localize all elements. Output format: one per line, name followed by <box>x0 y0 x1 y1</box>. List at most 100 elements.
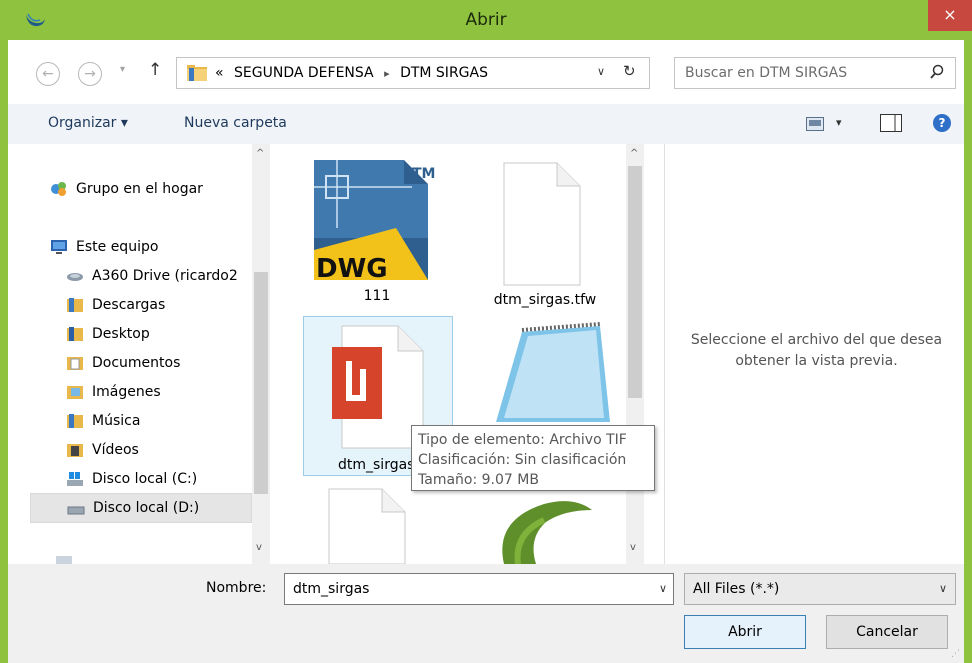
tooltip-line: Tamaño: 9.07 MB <box>418 472 539 488</box>
breadcrumb-item[interactable]: SEGUNDA DEFENSA <box>234 65 374 81</box>
back-button[interactable]: ← <box>36 62 60 86</box>
search-placeholder: Buscar en DTM SIRGAS <box>685 65 848 81</box>
command-bar: Organizar ▾ Nueva carpeta ▾ ? <box>8 104 964 145</box>
file-name-value: dtm_sirgas <box>293 581 370 597</box>
search-icon[interactable] <box>929 64 945 80</box>
tooltip-line: Tipo de elemento: Archivo TIF <box>418 432 627 448</box>
open-file-dialog: Abrir × ← → ▾ ↑ « SEGUNDA DEFENSA ▸ DTM … <box>0 0 972 663</box>
chevron-down-icon[interactable]: ∨ <box>939 582 947 595</box>
recent-locations-button[interactable]: ▾ <box>120 64 125 75</box>
desktop-folder-icon <box>67 327 83 341</box>
sidebar-item-label: Imágenes <box>92 384 161 400</box>
breadcrumb-separator-icon[interactable]: ▸ <box>384 67 390 80</box>
documents-folder-icon <box>67 357 83 370</box>
sidebar-item-desktop[interactable]: Desktop <box>66 326 150 342</box>
up-button[interactable]: ↑ <box>148 60 162 80</box>
homegroup-icon <box>51 182 66 196</box>
preview-message: Seleccione el archivo del que desea obte… <box>690 332 943 369</box>
sidebar-item-label: Descargas <box>92 297 166 313</box>
music-folder-icon <box>67 414 83 428</box>
file-name-label: Nombre: <box>206 580 267 596</box>
scroll-up-arrow[interactable]: ^ <box>256 148 264 159</box>
sidebar-item-drive-c[interactable]: Disco local (C:) <box>66 471 197 487</box>
forward-button[interactable]: → <box>78 62 102 86</box>
dialog-footer: Nombre: dtm_sirgas ∨ All Files (*.*) ∨ A… <box>8 564 964 663</box>
sidebar-item-label: Música <box>92 413 141 429</box>
folder-icon <box>187 65 207 81</box>
file-tooltip: Tipo de elemento: Archivo TIF Clasificac… <box>411 425 655 491</box>
sidebar-item-label: Desktop <box>92 326 150 342</box>
resize-grip-icon[interactable]: ⋰ <box>951 649 960 659</box>
pictures-folder-icon <box>67 386 83 399</box>
view-options-icon[interactable] <box>806 117 824 131</box>
sidebar-item-music[interactable]: Música <box>66 413 140 429</box>
sidebar-item-label: Documentos <box>92 355 181 371</box>
navigation-pane: Grupo en el hogar Este equipo A360 Drive… <box>8 144 270 564</box>
cancel-button[interactable]: Cancelar <box>826 615 948 649</box>
network-icon <box>56 556 72 564</box>
file-item[interactable] <box>470 484 620 564</box>
breadcrumb-overflow[interactable]: « <box>215 65 224 81</box>
sidebar-item-drive-d[interactable]: Disco local (D:) <box>30 493 252 523</box>
file-item[interactable]: DWG TM 111 <box>302 158 452 308</box>
drive-icon <box>67 506 85 515</box>
sidebar-item-homegroup[interactable]: Grupo en el hogar <box>50 181 203 197</box>
sidebar-item-label: A360 Drive (ricardo2 <box>92 268 238 284</box>
file-name: 111 <box>363 288 391 304</box>
preview-pane: Seleccione el archivo del que desea obte… <box>664 144 964 564</box>
blank-file-icon <box>328 488 406 564</box>
help-icon[interactable]: ? <box>933 114 951 132</box>
sidebar-item-a360[interactable]: A360 Drive (ricardo2 <box>66 268 238 284</box>
sidebar-item-label: Grupo en el hogar <box>76 181 203 197</box>
app-logo-file-icon <box>502 501 592 564</box>
scrollbar-thumb[interactable] <box>254 272 268 494</box>
sidebar-item-label: Disco local (C:) <box>92 471 198 487</box>
sidebar-item-pictures[interactable]: Imágenes <box>66 384 161 400</box>
notepad-file-icon <box>496 322 610 422</box>
tooltip-line: Clasificación: Sin clasificación <box>418 452 627 468</box>
title-bar[interactable]: Abrir × <box>0 0 972 40</box>
window-title: Abrir <box>465 10 507 30</box>
chevron-down-icon[interactable]: ∨ <box>659 582 667 595</box>
navigation-bar: ← → ▾ ↑ « SEGUNDA DEFENSA ▸ DTM SIRGAS ∨ <box>8 40 964 104</box>
search-input[interactable]: Buscar en DTM SIRGAS <box>674 57 956 89</box>
file-type-select[interactable]: All Files (*.*) ∨ <box>684 573 956 605</box>
close-button[interactable]: × <box>928 0 972 31</box>
trademark-text: TM <box>412 166 435 182</box>
file-name-field[interactable]: dtm_sirgas ∨ <box>284 573 674 605</box>
file-item[interactable] <box>302 484 452 564</box>
view-dropdown-icon[interactable]: ▾ <box>836 116 842 129</box>
sidebar-item-label: Vídeos <box>92 442 139 458</box>
breadcrumb: « SEGUNDA DEFENSA ▸ DTM SIRGAS <box>215 65 494 81</box>
sidebar-item-downloads[interactable]: Descargas <box>66 297 165 313</box>
windows-drive-icon <box>67 472 83 486</box>
file-type-value: All Files (*.*) <box>693 581 780 597</box>
dwg-file-icon: DWG TM <box>314 160 435 284</box>
file-list-scrollbar[interactable]: ^ v <box>626 144 644 564</box>
dwg-badge-text: DWG <box>316 254 388 284</box>
cloud-drive-icon <box>67 273 83 281</box>
address-bar[interactable]: « SEGUNDA DEFENSA ▸ DTM SIRGAS ∨ ↻ <box>176 57 650 89</box>
content-area: Grupo en el hogar Este equipo A360 Drive… <box>8 144 964 564</box>
sidebar-item-documents[interactable]: Documentos <box>66 355 180 371</box>
downloads-folder-icon <box>67 298 83 312</box>
sidebar-item-this-pc[interactable]: Este equipo <box>50 239 158 255</box>
chevron-down-icon[interactable]: ∨ <box>597 65 605 78</box>
blank-file-icon <box>503 162 581 286</box>
organize-menu[interactable]: Organizar ▾ <box>48 115 128 131</box>
open-button[interactable]: Abrir <box>684 615 806 649</box>
new-folder-button[interactable]: Nueva carpeta <box>184 115 287 131</box>
refresh-icon[interactable]: ↻ <box>623 62 636 80</box>
breadcrumb-item[interactable]: DTM SIRGAS <box>400 65 488 81</box>
sidebar-item-label: Disco local (D:) <box>93 500 200 516</box>
file-item[interactable]: dtm_sirgas.tfw <box>470 158 620 308</box>
scroll-down-arrow[interactable]: v <box>256 542 262 553</box>
scrollbar-thumb[interactable] <box>628 166 642 398</box>
file-list: DWG TM 111 dtm_sirgas.tfw dtm_sirgas ^ v <box>270 144 644 564</box>
sidebar-item-label: Este equipo <box>76 239 159 255</box>
scroll-down-arrow[interactable]: v <box>630 542 636 553</box>
navigation-scrollbar[interactable]: ^ v <box>252 144 270 564</box>
sidebar-item-videos[interactable]: Vídeos <box>66 442 139 458</box>
preview-pane-icon[interactable] <box>880 114 902 132</box>
scroll-up-arrow[interactable]: ^ <box>630 148 638 159</box>
